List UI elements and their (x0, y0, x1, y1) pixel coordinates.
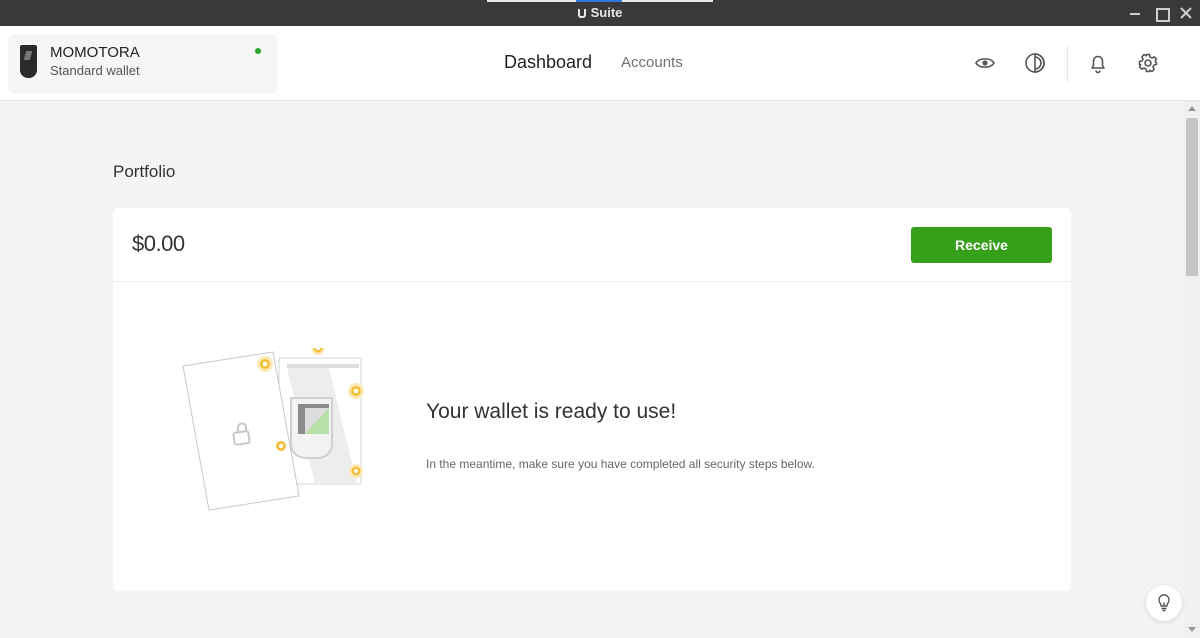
help-tips-button[interactable] (1146, 585, 1182, 621)
scroll-down-arrow[interactable] (1188, 627, 1196, 632)
portfolio-card: $0.00 Receive Your wallet is ready to us… (113, 208, 1071, 591)
connection-status-dot (255, 48, 261, 54)
maximize-icon[interactable] (1152, 4, 1170, 22)
app-header: MOMOTORA Standard wallet Dashboard Accou… (0, 26, 1200, 101)
bell-icon[interactable] (1087, 52, 1109, 74)
trezor-device-icon (20, 45, 37, 78)
scroll-thumb[interactable] (1186, 118, 1198, 276)
portfolio-card-header: $0.00 Receive (113, 208, 1071, 282)
theme-icon[interactable] (1024, 52, 1046, 74)
gear-icon[interactable] (1137, 52, 1159, 74)
nav-accounts[interactable]: Accounts (621, 54, 683, 71)
window-title: Suite (0, 5, 1200, 20)
close-icon[interactable] (1177, 4, 1195, 22)
scroll-up-arrow[interactable] (1188, 106, 1196, 111)
receive-button[interactable]: Receive (911, 227, 1052, 263)
suite-logo-icon (577, 9, 586, 18)
window-title-text: Suite (590, 5, 623, 20)
window-titlebar: Suite (0, 0, 1200, 26)
eye-icon[interactable] (974, 52, 996, 74)
vertical-scrollbar[interactable] (1184, 101, 1200, 638)
wallet-switcher[interactable]: MOMOTORA Standard wallet (8, 34, 278, 94)
wallet-type: Standard wallet (50, 63, 140, 78)
wallet-name: MOMOTORA (50, 44, 140, 61)
wallet-ready-illustration (182, 348, 364, 511)
nav-dashboard[interactable]: Dashboard (504, 52, 592, 73)
titlebar-tab-active (576, 0, 622, 2)
portfolio-title: Portfolio (113, 162, 176, 181)
lightbulb-icon (1158, 594, 1170, 612)
empty-state-description: In the meantime, make sure you have comp… (426, 457, 815, 471)
empty-state-title: Your wallet is ready to use! (426, 400, 677, 423)
portfolio-balance: $0.00 (132, 231, 185, 256)
titlebar-tab-strip (487, 0, 713, 2)
minimize-icon[interactable] (1126, 4, 1144, 22)
header-divider (1067, 46, 1068, 82)
